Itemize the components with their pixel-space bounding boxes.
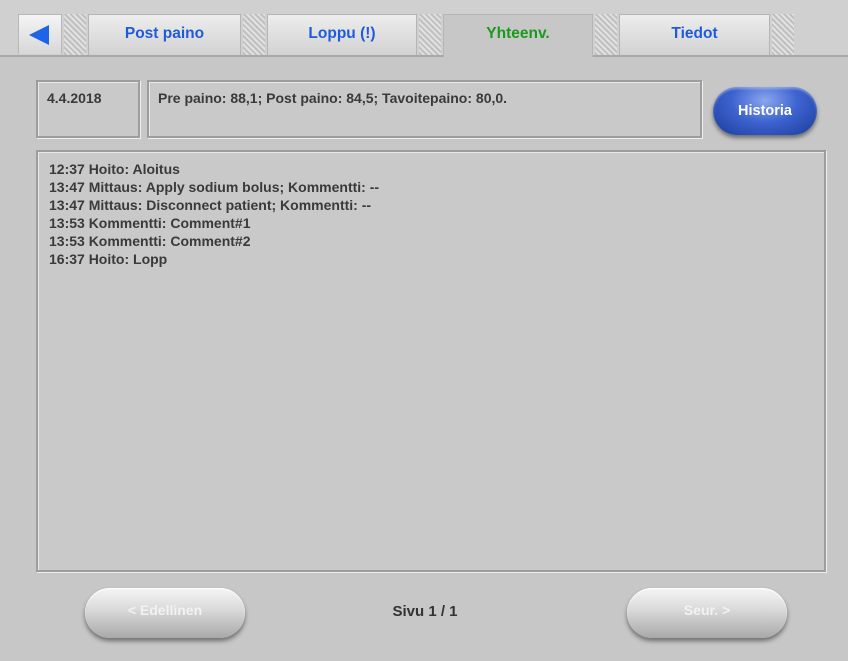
log-entry: 13:47 Mittaus: Apply sodium bolus; Komme… (49, 179, 380, 195)
back-arrow-icon (29, 25, 49, 45)
tab-bar: Post paino Loppu (!) Yhteenv. Tiedot (0, 0, 848, 57)
next-page-button[interactable]: Seur. > (627, 588, 787, 638)
log-entry: 13:47 Mittaus: Disconnect patient; Komme… (49, 197, 372, 213)
page-indicator: Sivu 1 / 1 (392, 603, 458, 620)
tab-divider (419, 14, 441, 57)
tab-divider (772, 14, 794, 57)
historia-button[interactable]: Historia (713, 87, 817, 135)
tab-baseline (0, 55, 443, 57)
log-entry: 13:53 Kommentti: Comment#2 (49, 233, 251, 249)
log-entry: 16:37 Hoito: Lopp (49, 251, 168, 267)
previous-page-button[interactable]: < Edellinen (85, 588, 245, 638)
log-entry: 13:53 Kommentti: Comment#1 (49, 215, 251, 231)
tab-tiedot[interactable]: Tiedot (619, 14, 770, 55)
tab-post-paino[interactable]: Post paino (88, 14, 241, 55)
tab-divider (64, 14, 86, 57)
tab-loppu[interactable]: Loppu (!) (267, 14, 417, 55)
event-log: 12:37 Hoito: Aloitus 13:47 Mittaus: Appl… (36, 150, 826, 572)
date-field: 4.4.2018 (36, 80, 140, 138)
log-entry: 12:37 Hoito: Aloitus (49, 161, 180, 177)
tab-yhteenv[interactable]: Yhteenv. (443, 14, 593, 57)
tab-baseline (593, 55, 848, 57)
tab-divider (595, 14, 617, 57)
tab-divider (243, 14, 265, 57)
back-button[interactable] (18, 14, 62, 54)
weights-summary: Pre paino: 88,1; Post paino: 84,5; Tavoi… (147, 80, 702, 138)
